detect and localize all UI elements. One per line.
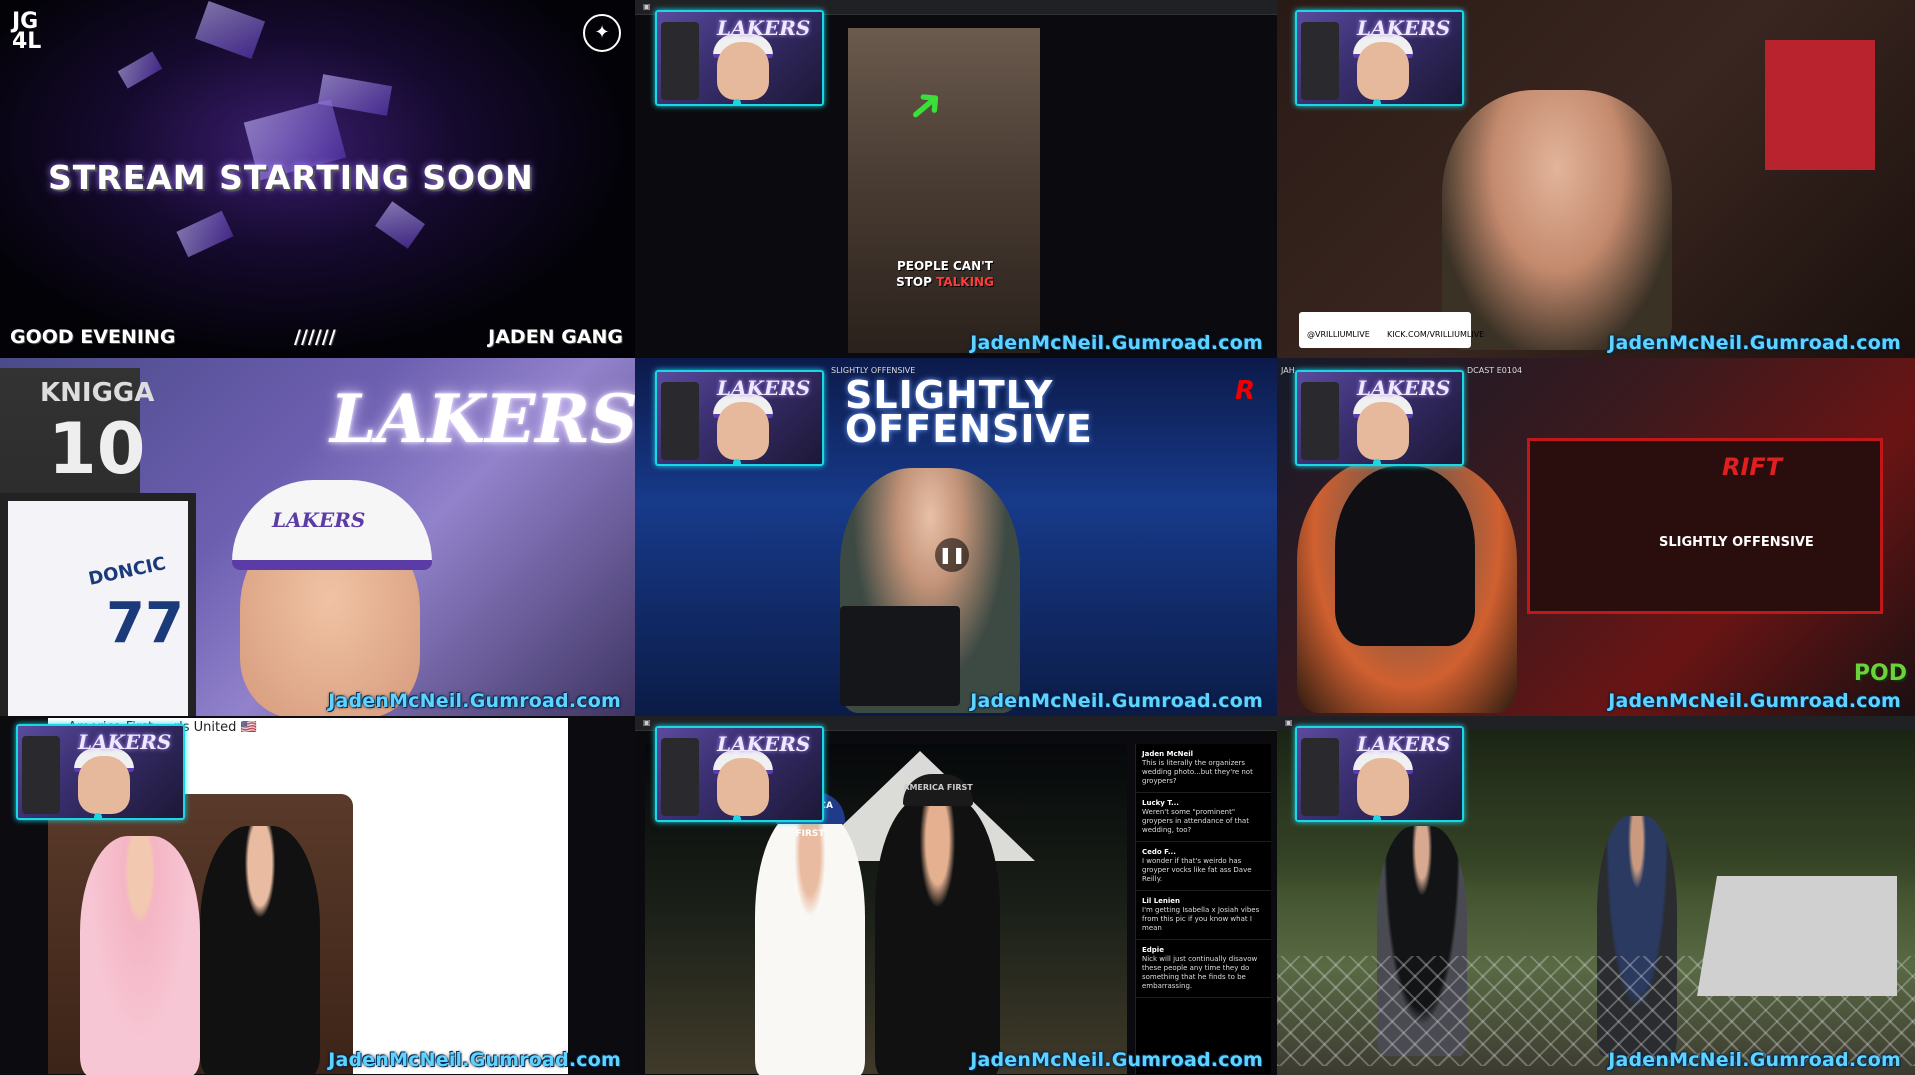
lakers-neon-sign: LAKERS bbox=[330, 380, 635, 458]
podcast-guest-tile: @VRILLIUMLIVE KICK.COM/VRILLIUMLIVE LAKE… bbox=[1277, 0, 1915, 358]
watermark: JadenMcNeil.Gumroad.com bbox=[328, 1049, 621, 1071]
stream-starting-tile: JG 4L ✦ STREAM STARTING SOON GOOD EVENIN… bbox=[0, 0, 635, 358]
laptop bbox=[840, 606, 960, 706]
watermark: JadenMcNeil.Gumroad.com bbox=[328, 690, 621, 712]
rift-podcast-tile: JAH DCAST E0104 RIFT SLIGHTLY OFFENSIVE … bbox=[1277, 358, 1915, 716]
list-item[interactable]: Lil Lenien I'm getting Isabella x Josiah … bbox=[1136, 891, 1271, 940]
webcam-overlay: LAKERS bbox=[1295, 726, 1464, 822]
video-clip-tile: ▣ ➜ PEOPLE CAN'T STOP TALKING LAKERS Jad… bbox=[635, 0, 1277, 358]
watermark: JadenMcNeil.Gumroad.com bbox=[970, 332, 1263, 354]
divider-slashes: ////// bbox=[294, 326, 336, 348]
watermark: JadenMcNeil.Gumroad.com bbox=[1608, 1049, 1901, 1071]
bride bbox=[755, 811, 865, 1075]
groom bbox=[875, 796, 1000, 1075]
reply-feed[interactable]: Jaden McNeil This is literally the organi… bbox=[1135, 744, 1271, 1074]
monitor-show-title: SLIGHTLY OFFENSIVE bbox=[1659, 535, 1814, 550]
video-caption: PEOPLE CAN'T STOP TALKING bbox=[896, 259, 994, 289]
list-item[interactable]: Cedo F... I wonder if that's weirdo has g… bbox=[1136, 842, 1271, 891]
watermark: JadenMcNeil.Gumroad.com bbox=[970, 690, 1263, 712]
outdoor-scene-tile: ▣ LAKERS JadenMcNeil.Gumroad.com bbox=[1277, 716, 1915, 1075]
person-right bbox=[200, 826, 320, 1075]
list-item[interactable]: Edpie Nick will just continually disavow … bbox=[1136, 940, 1271, 998]
episode-label: DCAST E0104 bbox=[1467, 366, 1523, 375]
browser-tab[interactable]: ▣ bbox=[643, 2, 651, 11]
pod-logo: POD bbox=[1853, 661, 1907, 686]
wall-poster bbox=[1765, 40, 1875, 170]
channel-logo: JG 4L bbox=[12, 9, 42, 54]
show-title: SLIGHTLY OFFENSIVE bbox=[845, 373, 1093, 451]
webcam-overlay: LAKERS bbox=[655, 726, 824, 822]
kick-handle: KICK.COM/VRILLIUMLIVE bbox=[1387, 330, 1485, 339]
community-name: JADEN GANG bbox=[488, 326, 623, 348]
framed-jersey: DONCIC 77 bbox=[0, 493, 196, 716]
jersey-number: 10 bbox=[48, 408, 146, 490]
jersey-name: KNIGGA bbox=[40, 378, 155, 408]
person-left bbox=[80, 836, 200, 1075]
webcam-overlay: LAKERS bbox=[655, 370, 824, 466]
social-banner: @VRILLIUMLIVE KICK.COM/VRILLIUMLIVE bbox=[1299, 312, 1484, 348]
watermark: JadenMcNeil.Gumroad.com bbox=[1608, 690, 1901, 712]
list-item[interactable]: Jaden McNeil This is literally the organi… bbox=[1136, 744, 1271, 793]
wedding-post-tile: ▣ AMERICA FIRST AMERICA FIRST Jaden McNe… bbox=[635, 716, 1277, 1075]
watermark: JadenMcNeil.Gumroad.com bbox=[1608, 332, 1901, 354]
browser-tab[interactable]: ▣ bbox=[643, 718, 651, 727]
vertical-video[interactable] bbox=[848, 28, 1040, 353]
webcam-overlay: LAKERS bbox=[1295, 10, 1464, 106]
watermark: JadenMcNeil.Gumroad.com bbox=[970, 1049, 1263, 1071]
x-handle: @VRILLIUMLIVE bbox=[1307, 330, 1370, 339]
stream-starting-title: STREAM STARTING SOON bbox=[48, 158, 534, 197]
network-logo: R bbox=[1234, 376, 1255, 406]
pause-icon[interactable]: ❚❚ bbox=[935, 538, 969, 572]
hat-logo: LAKERS bbox=[272, 508, 366, 532]
guest-hair bbox=[1335, 466, 1475, 646]
browser-tab[interactable]: ▣ bbox=[1285, 718, 1293, 727]
webcam-overlay: LAKERS bbox=[16, 724, 185, 820]
brand-seal-icon: ✦ bbox=[583, 14, 621, 52]
rift-logo: RIFT bbox=[1722, 453, 1783, 481]
social-post-tile: America First ... rls United 🇺🇸 LAKERS J… bbox=[0, 716, 635, 1075]
stream-multiview-grid: JG 4L ✦ STREAM STARTING SOON GOOD EVENIN… bbox=[0, 0, 1915, 1075]
podcast-guest bbox=[1442, 90, 1672, 350]
channel-label: JAH bbox=[1281, 366, 1295, 375]
host-webcam-tile: KNIGGA 10 DONCIC 77 LAKERS LAKERS JadenM… bbox=[0, 358, 635, 716]
webcam-overlay: LAKERS bbox=[655, 10, 824, 106]
list-item[interactable]: Lucky T... Weren't some "prominent" groyp… bbox=[1136, 793, 1271, 842]
webcam-overlay: LAKERS bbox=[1295, 370, 1464, 466]
slightly-offensive-tile: SLIGHTLY OFFENSIVE SLIGHTLY OFFENSIVE R … bbox=[635, 358, 1277, 716]
studio-monitor bbox=[1527, 438, 1883, 614]
greeting-text: GOOD EVENING bbox=[10, 326, 176, 348]
